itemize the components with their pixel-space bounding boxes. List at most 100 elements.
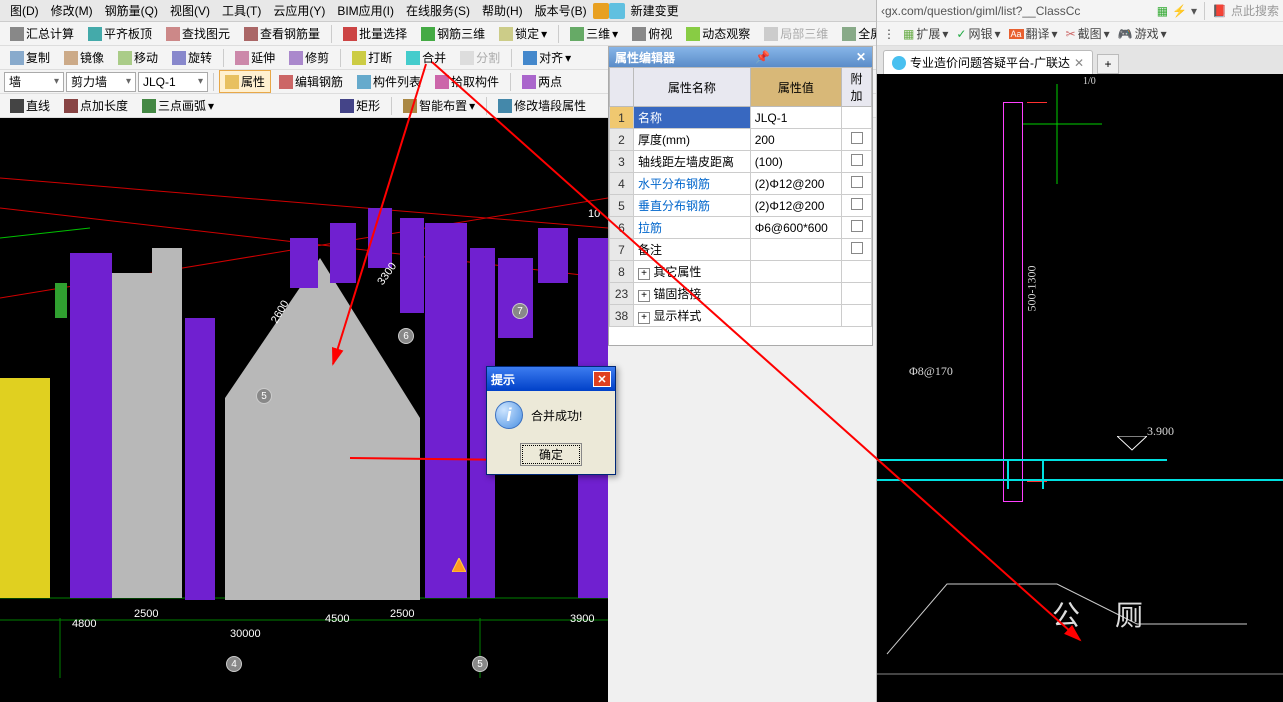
copy-button[interactable]: 复制 — [4, 46, 56, 69]
rect-button[interactable]: 矩形 — [334, 94, 386, 117]
flat-top-button[interactable]: 平齐板顶 — [82, 22, 158, 45]
menu-tu[interactable]: 图(D) — [4, 0, 45, 21]
dialog-close-button[interactable]: ✕ — [593, 371, 611, 387]
lock-button[interactable]: 锁定 ▾ — [493, 22, 553, 45]
tab-title: 专业造价问题答疑平台-广联达 — [910, 54, 1070, 71]
new-tab-button[interactable]: + — [1097, 54, 1119, 74]
properties-button[interactable]: 属性 — [219, 70, 271, 93]
menu-xiu[interactable]: 修改(M) — [45, 0, 99, 21]
menu-help[interactable]: 帮助(H) — [476, 0, 529, 21]
merge-button[interactable]: 合并 — [400, 46, 452, 69]
compat-icon[interactable]: ⚡ — [1172, 4, 1187, 18]
ext-screenshot[interactable]: ✂截图 ▾ — [1066, 25, 1110, 42]
col-num — [610, 68, 634, 107]
col-extra: 附加 — [842, 68, 872, 107]
dim-2500a: 2500 — [134, 608, 158, 620]
cad-toilet-label: 公 厕 — [1052, 594, 1157, 634]
table-row[interactable]: 6拉筋Φ6@600*600 — [610, 217, 872, 239]
dyn-view-button[interactable]: 动态观察 — [680, 22, 756, 45]
split-button[interactable]: 分割 — [454, 46, 506, 69]
browser-tab[interactable]: 专业造价问题答疑平台-广联达 ✕ — [883, 50, 1093, 74]
arc-button[interactable]: 三点画弧 ▾ — [136, 94, 220, 117]
table-row[interactable]: 2厚度(mm)200 — [610, 129, 872, 151]
find-elem-button[interactable]: 查找图元 — [160, 22, 236, 45]
search-icon[interactable] — [609, 3, 625, 19]
line-button[interactable]: 直线 — [4, 94, 56, 117]
url-text[interactable]: ‹gx.com/question/giml/list?__ClassCc — [881, 4, 1153, 18]
ext-translate[interactable]: Aa翻译 ▾ — [1009, 25, 1058, 42]
ext-bank[interactable]: ✓网银 ▾ — [956, 25, 1000, 42]
table-row[interactable]: 4水平分布钢筋(2)Φ12@200 — [610, 173, 872, 195]
panel-pin-icon[interactable]: 📌 — [755, 50, 770, 64]
axis-6: 6 — [398, 328, 414, 344]
menu-gang[interactable]: 钢筋量(Q) — [99, 0, 164, 21]
menu-yun[interactable]: 云应用(Y) — [267, 0, 331, 21]
new-change[interactable]: 新建变更 — [625, 0, 685, 21]
table-row[interactable]: 5垂直分布钢筋(2)Φ12@200 — [610, 195, 872, 217]
hat-icon[interactable] — [593, 3, 609, 19]
component-combo[interactable]: JLQ-1▾ — [138, 72, 208, 92]
local-3d-button[interactable]: 局部三维 — [758, 22, 834, 45]
modify-wall-button[interactable]: 修改墙段属性 — [492, 94, 592, 117]
info-icon: i — [495, 401, 523, 429]
panel-close-button[interactable]: ✕ — [856, 50, 866, 64]
cad-drawing-area[interactable]: 1/0 500-1300 Φ8@170 3.900 公 厕 — [877, 74, 1283, 702]
top-view-button[interactable]: 俯视 — [626, 22, 678, 45]
break-button[interactable]: 打断 — [346, 46, 398, 69]
panel-title: 属性编辑器 — [615, 49, 675, 66]
table-row[interactable]: 23+ 锚固搭接 — [610, 283, 872, 305]
table-row[interactable]: 3轴线距左墙皮距离(100) — [610, 151, 872, 173]
subcat-combo[interactable]: 剪力墙▾ — [66, 72, 136, 92]
menu-ver[interactable]: 版本号(B) — [529, 0, 593, 21]
dim-4500: 4500 — [325, 613, 349, 625]
point-len-button[interactable]: 点加长度 — [58, 94, 134, 117]
tab-close-button[interactable]: ✕ — [1074, 56, 1084, 70]
rotate-button[interactable]: 旋转 — [166, 46, 218, 69]
mirror-button[interactable]: 镜像 — [58, 46, 110, 69]
book-icon[interactable]: 📕 — [1212, 4, 1227, 18]
browser-tab-bar: 专业造价问题答疑平台-广联达 ✕ + — [877, 46, 1283, 74]
dialog-ok-button[interactable]: 确定 — [520, 443, 582, 466]
property-panel: 属性编辑器 📌 ✕ 属性名称 属性值 附加 1名称JLQ-1 2厚度(mm)20… — [608, 46, 873, 346]
two-point-button[interactable]: 两点 — [516, 70, 568, 93]
dialog-titlebar[interactable]: 提示 ✕ — [487, 367, 615, 391]
table-row[interactable]: 1名称JLQ-1 — [610, 107, 872, 129]
component-list-button[interactable]: 构件列表 — [351, 70, 427, 93]
pick-component-button[interactable]: 拾取构件 — [429, 70, 505, 93]
flag-icon[interactable]: ▦ — [1157, 4, 1168, 18]
sum-calc-button[interactable]: 汇总计算 — [4, 22, 80, 45]
trim-button[interactable]: 修剪 — [283, 46, 335, 69]
table-row[interactable]: 38+ 显示样式 — [610, 305, 872, 327]
menu-online[interactable]: 在线服务(S) — [400, 0, 476, 21]
category-combo[interactable]: 墙▾ — [4, 72, 64, 92]
3d-view-button[interactable]: 三维 ▾ — [564, 22, 624, 45]
drop-icon[interactable]: ▾ — [1191, 4, 1197, 18]
smart-layout-button[interactable]: 智能布置 ▾ — [397, 94, 481, 117]
edit-rebar-button[interactable]: 编辑钢筋 — [273, 70, 349, 93]
axis-7: 7 — [512, 303, 528, 319]
move-button[interactable]: 移动 — [112, 46, 164, 69]
address-bar: ‹gx.com/question/giml/list?__ClassCc ▦ ⚡… — [877, 0, 1283, 22]
extensions-bar: ⋮ ▦扩展 ▾ ✓网银 ▾ Aa翻译 ▾ ✂截图 ▾ 🎮游戏 ▾ — [877, 22, 1283, 46]
menu-grip-icon[interactable]: ⋮ — [883, 27, 895, 41]
menu-bim[interactable]: BIM应用(I) — [331, 0, 400, 21]
rebar-3d-button[interactable]: 钢筋三维 — [415, 22, 491, 45]
ext-game[interactable]: 🎮游戏 ▾ — [1118, 25, 1167, 42]
search-placeholder[interactable]: 点此搜索 — [1231, 2, 1279, 19]
ext-expand[interactable]: ▦扩展 ▾ — [903, 25, 948, 42]
batch-select-button[interactable]: 批量选择 — [337, 22, 413, 45]
axis-5: 5 — [256, 388, 272, 404]
menu-shi[interactable]: 视图(V) — [164, 0, 216, 21]
table-row[interactable]: 7备注 — [610, 239, 872, 261]
dim-4800: 4800 — [72, 618, 96, 630]
axis-5b: 5 — [472, 656, 488, 672]
view-rebar-button[interactable]: 查看钢筋量 — [238, 22, 326, 45]
table-row[interactable]: 8+ 其它属性 — [610, 261, 872, 283]
browser-pane: ‹gx.com/question/giml/list?__ClassCc ▦ ⚡… — [876, 0, 1283, 702]
menu-gong[interactable]: 工具(T) — [216, 0, 267, 21]
dim-2500b: 2500 — [390, 608, 414, 620]
extend-button[interactable]: 延伸 — [229, 46, 281, 69]
dialog-message: 合并成功! — [531, 407, 582, 424]
property-table: 属性名称 属性值 附加 1名称JLQ-1 2厚度(mm)200 3轴线距左墙皮距… — [609, 67, 872, 327]
align-button[interactable]: 对齐 ▾ — [517, 46, 577, 69]
